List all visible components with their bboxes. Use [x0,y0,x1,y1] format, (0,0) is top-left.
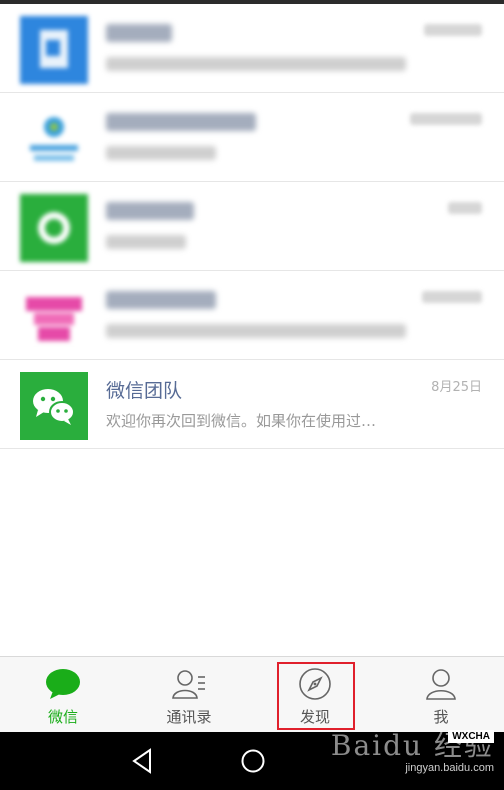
chat-name-redacted [106,291,216,309]
chat-row[interactable] [0,182,504,271]
chat-time-redacted [410,113,482,125]
back-icon[interactable] [128,746,156,776]
discover-highlight-box [277,662,355,730]
tab-label: 微信 [47,708,78,726]
home-icon[interactable] [238,746,268,776]
chat-name: 微信团队 [106,380,183,402]
pink-avatar [20,283,88,351]
chat-row[interactable] [0,93,504,182]
chat-name-redacted [106,113,256,131]
chat-preview: 欢迎你再次回到微信。如果你在使用过… [106,412,377,430]
chat-time-redacted [448,202,482,214]
china-mobile-avatar [20,105,88,173]
bottom-tab-bar: 微信 通讯录 发现 我 [0,656,504,732]
chat-time-redacted [422,291,482,303]
tab-me[interactable]: 我 [378,657,504,733]
watermark-badge: WXCHA [448,730,494,743]
contacts-icon [172,670,205,699]
baidu-jingyan-watermark: Baidu 经验 WXCHA jingyan.baidu.com [331,724,494,774]
chat-time-redacted [424,24,482,36]
chat-preview-redacted [106,235,186,249]
chat-name-redacted [106,24,172,42]
chat-row[interactable] [0,4,504,93]
chat-preview-redacted [106,57,406,71]
subscription-avatar [20,16,88,84]
wechat-pay-avatar [20,194,88,262]
chat-row-wechat-team[interactable]: 微信团队 欢迎你再次回到微信。如果你在使用过… 8月25日 [0,360,504,449]
tab-label: 通讯录 [166,708,212,726]
chat-bubble-icon [46,669,80,699]
chat-preview-redacted [106,146,216,160]
chat-list: 微信团队 欢迎你再次回到微信。如果你在使用过… 8月25日 [0,4,504,449]
tab-chats[interactable]: 微信 [0,657,126,733]
tab-contacts[interactable]: 通讯录 [126,657,252,733]
chat-time: 8月25日 [431,380,482,395]
chat-preview-redacted [106,324,406,338]
person-icon [426,669,456,700]
chat-row[interactable] [0,271,504,360]
wechat-team-avatar [20,372,88,440]
chat-name-redacted [106,202,194,220]
